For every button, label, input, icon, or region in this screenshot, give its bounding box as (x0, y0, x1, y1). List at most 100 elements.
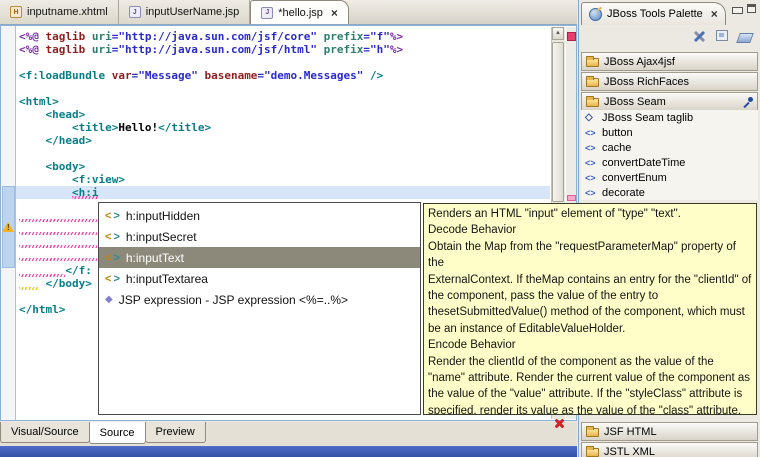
mode-tab-preview[interactable]: Preview (145, 422, 206, 443)
palette-item-convertenum[interactable]: <>convertEnum (581, 170, 758, 185)
code-token: <h:i (72, 186, 99, 199)
tab-label: inputname.xhtml (27, 6, 108, 18)
palette-group-jsf-html[interactable]: JSF HTML (581, 422, 758, 441)
code-token (19, 134, 46, 147)
completion-item-h-inputtext[interactable]: <>h:inputText (99, 247, 420, 268)
palette-group-jboss-richfaces[interactable]: JBoss RichFaces (581, 72, 758, 91)
palette-group-label: JSTL XML (604, 446, 655, 457)
palette-editor-icon[interactable] (693, 30, 706, 43)
scroll-thumb[interactable] (552, 42, 564, 202)
code-line[interactable] (16, 147, 550, 160)
code-line[interactable]: <%@ taglib uri="http://java.sun.com/jsf/… (16, 30, 550, 43)
pin-icon[interactable] (743, 97, 753, 107)
code-token: %> (390, 30, 403, 43)
scroll-up-button[interactable]: ▲ (552, 27, 564, 40)
editor-tab--hello-jsp[interactable]: J*hello.jsp× (250, 0, 349, 24)
palette-group-jstl-xml[interactable]: JSTL XML (581, 442, 758, 457)
annotation-ruler[interactable]: ! (1, 26, 16, 420)
code-line[interactable]: <head> (16, 108, 550, 121)
code-token: prefix (324, 30, 364, 43)
code-token (39, 277, 46, 290)
code-token: uri (92, 43, 112, 56)
palette-view-tab[interactable]: JBoss Tools Palette × (581, 2, 726, 25)
import-icon[interactable] (736, 33, 754, 43)
error-marker[interactable] (567, 32, 576, 41)
code-line[interactable]: <f:loadBundle var="Message" basename="de… (16, 69, 550, 82)
folder-icon (586, 448, 599, 457)
maximize-icon[interactable] (747, 4, 756, 13)
completion-label: h:inputHidden (126, 209, 200, 223)
tag-icon: <> (585, 173, 597, 183)
palette-item-decorate[interactable]: <>decorate (581, 185, 758, 200)
jsp-expression-icon: ◆ (105, 294, 113, 305)
code-line[interactable]: <title>Hello!</title> (16, 121, 550, 134)
palette-item-jboss-seam-taglib[interactable]: ◇ JBoss Seam taglib (581, 110, 758, 125)
code-token (19, 121, 72, 134)
tag-icon: < (105, 273, 111, 285)
palette-group-label: JBoss Ajax4jsf (604, 56, 675, 68)
warning-icon[interactable]: ! (2, 221, 15, 233)
completion-label: JSP expression - JSP expression <%=..%> (119, 293, 348, 307)
completion-item-h-inputsecret[interactable]: <>h:inputSecret (99, 226, 420, 247)
palette-item-convertdatetime[interactable]: <>convertDateTime (581, 155, 758, 170)
code-token: <head> (46, 108, 86, 121)
code-line[interactable]: </head> (16, 134, 550, 147)
minimize-icon[interactable] (732, 7, 743, 14)
code-token: </body> (46, 277, 92, 290)
tooltip-line: Obtain the Map from the "requestParamete… (428, 239, 752, 272)
code-line[interactable]: <h:i (16, 186, 550, 199)
tag-icon: > (113, 273, 119, 285)
code-token (317, 30, 324, 43)
completion-item-h-inputtextarea[interactable]: <> h:inputTextarea (99, 268, 420, 289)
code-token (19, 186, 72, 199)
code-token: var (112, 69, 132, 82)
folder-icon (586, 58, 599, 67)
palette-group-jboss-seam[interactable]: JBoss Seam (581, 92, 758, 111)
code-line[interactable] (16, 56, 550, 69)
completion-item-h-inputhidden[interactable]: <>h:inputHidden (99, 205, 420, 226)
code-line[interactable]: <f:view> (16, 173, 550, 186)
palette-bottom-groups: JSF HTML JSTL XML (581, 422, 758, 457)
code-line[interactable]: <body> (16, 160, 550, 173)
tag-icon: > (113, 231, 119, 243)
tooltip-line: Decode Behavior (428, 222, 752, 238)
warning-bang: ! (7, 223, 10, 232)
code-line[interactable]: <html> (16, 95, 550, 108)
content-assist-popup[interactable]: <>h:inputHidden<>h:inputSecret<>h:inputT… (98, 202, 421, 415)
show-hide-icon[interactable] (716, 30, 728, 41)
editor-tab-inputname-xhtml[interactable]: Hinputname.xhtml (0, 0, 119, 24)
code-line[interactable]: <%@ taglib uri="http://java.sun.com/jsf/… (16, 43, 550, 56)
palette-header: JBoss Tools Palette × (579, 0, 760, 26)
editor-tab-inputusername-jsp[interactable]: JinputUserName.jsp (119, 0, 251, 24)
code-token: Hello! (118, 121, 158, 134)
book-icon: ◇ (585, 112, 597, 123)
editor-mode-tab-bar: Visual/SourceSourcePreview (0, 422, 577, 446)
warning-marker[interactable] (567, 195, 576, 201)
tab-close-icon[interactable]: × (331, 6, 338, 20)
code-line[interactable] (16, 82, 550, 95)
completion-item-jsp[interactable]: ◆ JSP expression - JSP expression <%=..%> (99, 289, 420, 310)
completion-label: h:inputTextarea (126, 272, 208, 286)
palette-item-list: ◇JBoss Seam taglib<>button<>cache<>conve… (581, 110, 758, 200)
palette-group-jboss-ajax4jsf[interactable]: JBoss Ajax4jsf (581, 52, 758, 71)
code-token (317, 43, 324, 56)
ide-window: Hinputname.xhtmlJinputUserName.jspJ*hell… (0, 0, 760, 457)
tooltip-line: "name" attribute. Render the current val… (428, 370, 752, 386)
tooltip-line: the component, pass the value of the ent… (428, 288, 752, 304)
jsp-file-icon: J (261, 7, 273, 19)
palette-item-label: JBoss Seam taglib (602, 112, 693, 124)
tag-icon: < (105, 252, 111, 264)
palette-item-cache[interactable]: <>cache (581, 140, 758, 155)
folder-icon (586, 428, 599, 437)
code-token: </head> (46, 134, 92, 147)
palette-item-button[interactable]: <>button (581, 125, 758, 140)
palette-close-icon[interactable]: × (711, 7, 718, 21)
mode-tab-visual-source[interactable]: Visual/Source (0, 422, 90, 443)
tooltip-line: ExternalContext. If theMap contains an e… (428, 272, 752, 288)
jsp-file-icon: J (129, 6, 141, 18)
editor-bottom-border (0, 446, 577, 457)
mode-tab-source[interactable]: Source (89, 422, 146, 444)
palette-item-label: decorate (602, 187, 645, 199)
tooltip-line: thesetSubmittedValue() method of the com… (428, 304, 752, 320)
tooltip-line: specified, render its value as the value… (428, 403, 752, 415)
